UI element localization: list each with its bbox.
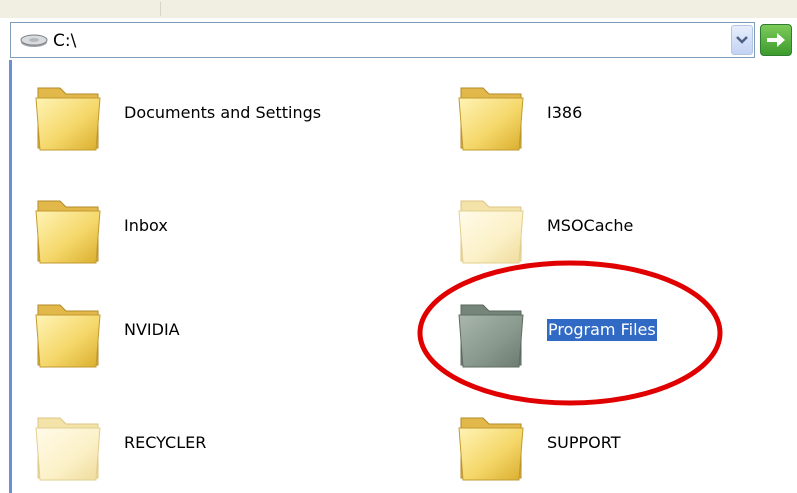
folder-item-msocache[interactable]: MSOCache <box>455 187 795 271</box>
folder-item-inbox[interactable]: Inbox <box>32 187 372 271</box>
folder-label: I386 <box>547 103 583 122</box>
folder-label: RECYCLER <box>124 433 207 452</box>
folder-icon <box>35 304 101 368</box>
folder-icon <box>458 87 524 151</box>
chevron-down-icon <box>736 36 748 44</box>
address-bar[interactable]: C:\ <box>10 22 755 58</box>
go-button[interactable] <box>760 24 792 56</box>
arrow-right-icon <box>767 33 785 47</box>
folder-icon <box>35 200 101 264</box>
folder-label: Inbox <box>124 216 168 235</box>
address-path[interactable]: C:\ <box>53 31 76 51</box>
toolbar-separator <box>160 2 161 16</box>
folder-item-recycler[interactable]: RECYCLER <box>32 404 372 488</box>
folder-item-program-files[interactable]: Program Files <box>455 291 795 375</box>
folder-icon <box>35 87 101 151</box>
folder-item-documents-and-settings[interactable]: Documents and Settings <box>32 74 372 158</box>
folder-icon <box>35 417 101 481</box>
folder-icon <box>458 304 524 368</box>
address-dropdown-button[interactable] <box>731 25 753 55</box>
folder-label: Program Files <box>547 319 657 341</box>
folder-label: NVIDIA <box>124 320 180 339</box>
hard-drive-icon <box>20 34 48 47</box>
folder-icon <box>458 417 524 481</box>
folder-item-nvidia[interactable]: NVIDIA <box>32 291 372 375</box>
folder-label: Documents and Settings <box>124 103 322 122</box>
pane-left-edge <box>9 60 12 493</box>
folder-icon <box>458 200 524 264</box>
folder-item-i386[interactable]: I386 <box>455 74 795 158</box>
folder-label: SUPPORT <box>547 433 621 452</box>
toolbar-strip <box>0 0 797 18</box>
folder-item-support[interactable]: SUPPORT <box>455 404 795 488</box>
folder-label: MSOCache <box>547 216 634 235</box>
